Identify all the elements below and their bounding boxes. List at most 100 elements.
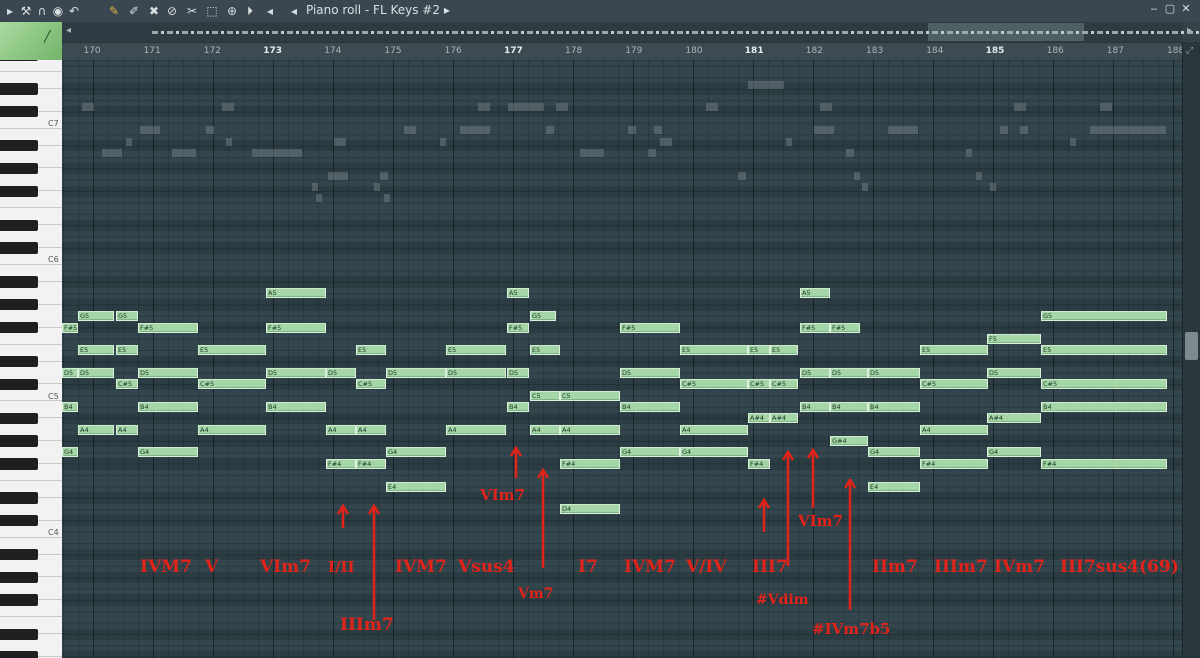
note-a4[interactable]: A4 xyxy=(116,424,138,435)
piano-black-key[interactable] xyxy=(0,185,38,197)
note-fsharp4[interactable]: F#4 xyxy=(920,458,988,469)
play-arrow-icon[interactable]: ▸ xyxy=(2,3,18,19)
piano-black-key[interactable] xyxy=(0,162,38,175)
note-a5[interactable]: A5 xyxy=(507,288,529,299)
note-e5[interactable]: E5 xyxy=(356,345,386,356)
note-d5[interactable]: D5 xyxy=(620,367,680,378)
note-b4[interactable]: B4 xyxy=(507,402,529,413)
note-csharp5[interactable]: C#5 xyxy=(920,379,988,390)
title-menu-arrow-icon[interactable]: ▸ xyxy=(444,3,450,17)
note-e5[interactable]: E5 xyxy=(770,345,798,356)
note-g4[interactable]: G4 xyxy=(868,447,920,458)
note-f5[interactable]: F5 xyxy=(987,333,1041,344)
note-b4[interactable]: B4 xyxy=(800,402,830,413)
speaker-icon[interactable]: ◂ xyxy=(262,3,278,19)
piano-black-key[interactable] xyxy=(0,628,38,640)
piano-black-key[interactable] xyxy=(0,321,38,334)
piano-black-key[interactable] xyxy=(0,651,38,658)
timeline-ruler[interactable]: 170 171 172 173 174 175 176 177 178 179 180 181 182 1… xyxy=(62,42,1184,62)
note-fsharp4[interactable]: F#4 xyxy=(748,458,770,469)
playback-icon[interactable]: ⏵ xyxy=(242,3,258,19)
note-d5[interactable]: D5 xyxy=(62,367,78,378)
note-d5[interactable]: D5 xyxy=(830,367,868,378)
note-a4[interactable]: A4 xyxy=(198,424,266,435)
note-d5[interactable]: D5 xyxy=(987,367,1041,378)
piano-black-key[interactable] xyxy=(0,276,38,288)
event-editor-toggle[interactable]: ╱ xyxy=(0,22,62,60)
note-a4[interactable]: A4 xyxy=(680,424,748,435)
piano-black-key[interactable] xyxy=(0,435,38,447)
note-asharp4[interactable]: A#4 xyxy=(987,413,1041,424)
note-a5[interactable]: A5 xyxy=(266,288,326,299)
select-icon[interactable]: ⬚ xyxy=(204,3,220,19)
note-e5[interactable]: E5 xyxy=(680,345,748,356)
note-c5[interactable]: C5 xyxy=(560,390,620,401)
note-e5[interactable]: E5 xyxy=(920,345,988,356)
note-b4[interactable]: B4 xyxy=(62,402,78,413)
piano-black-key[interactable] xyxy=(0,355,38,368)
note-g5[interactable]: G5 xyxy=(1041,311,1167,322)
note-b4[interactable]: B4 xyxy=(1041,402,1167,413)
note-a4[interactable]: A4 xyxy=(326,424,356,435)
note-fsharp4[interactable]: F#4 xyxy=(356,458,386,469)
note-d5[interactable]: D5 xyxy=(446,367,506,378)
undo-icon[interactable]: ↶ xyxy=(66,3,82,19)
note-e5[interactable]: E5 xyxy=(198,345,266,356)
note-asharp4[interactable]: A#4 xyxy=(770,413,798,424)
slice-icon[interactable]: ✂ xyxy=(184,3,200,19)
piano-black-key[interactable] xyxy=(0,83,38,95)
piano-black-key[interactable] xyxy=(0,299,38,311)
piano-black-key[interactable] xyxy=(0,242,38,254)
note-fsharp4[interactable]: F#4 xyxy=(326,458,356,469)
overview-scroll-right-icon[interactable]: ▸ xyxy=(1187,25,1192,36)
restore-icon[interactable]: ▢ xyxy=(1162,2,1178,15)
note-e5[interactable]: E5 xyxy=(116,345,138,356)
zoom-handle-icon[interactable]: ⤢ xyxy=(1186,46,1193,56)
note-fsharp5[interactable]: F#5 xyxy=(620,322,680,333)
note-g4[interactable]: G4 xyxy=(680,447,748,458)
note-fsharp5[interactable]: F#5 xyxy=(507,322,529,333)
note-a4[interactable]: A4 xyxy=(78,424,114,435)
note-e4[interactable]: E4 xyxy=(868,481,920,492)
note-fsharp5[interactable]: F#5 xyxy=(138,322,198,333)
title-left-arrow-icon[interactable]: ◂ xyxy=(286,3,302,19)
note-csharp5[interactable]: C#5 xyxy=(770,379,798,390)
note-e5[interactable]: E5 xyxy=(530,345,560,356)
note-gsharp4[interactable]: G#4 xyxy=(830,436,868,447)
note-fsharp5[interactable]: F#5 xyxy=(62,322,78,333)
close-icon[interactable]: ✕ xyxy=(1178,2,1194,15)
note-e5[interactable]: E5 xyxy=(446,345,506,356)
piano-white-key[interactable] xyxy=(0,60,62,72)
note-g4[interactable]: G4 xyxy=(138,447,198,458)
note-d5[interactable]: D5 xyxy=(507,367,529,378)
piano-black-key[interactable] xyxy=(0,594,38,606)
note-a4[interactable]: A4 xyxy=(356,424,386,435)
note-fsharp4[interactable]: F#4 xyxy=(1041,458,1167,469)
piano-black-key[interactable] xyxy=(0,458,38,470)
note-d5[interactable]: D5 xyxy=(386,367,446,378)
piano-black-key[interactable] xyxy=(0,140,38,152)
note-a4[interactable]: A4 xyxy=(446,424,506,435)
note-csharp5[interactable]: C#5 xyxy=(356,379,386,390)
piano-black-key[interactable] xyxy=(0,60,38,61)
note-csharp5[interactable]: C#5 xyxy=(198,379,266,390)
note-d5[interactable]: D5 xyxy=(138,367,198,378)
magnet-icon[interactable]: ∩ xyxy=(34,3,50,19)
piano-keyboard[interactable]: C7 C6 C5 C4 xyxy=(0,60,63,658)
note-a4[interactable]: A4 xyxy=(530,424,560,435)
note-g4[interactable]: G4 xyxy=(386,447,446,458)
note-g4[interactable]: G4 xyxy=(987,447,1041,458)
note-c5[interactable]: C5 xyxy=(530,390,560,401)
note-a4[interactable]: A4 xyxy=(920,424,988,435)
note-e4[interactable]: E4 xyxy=(386,481,446,492)
piano-black-key[interactable] xyxy=(0,412,38,425)
piano-black-key[interactable] xyxy=(0,378,38,390)
pencil-icon[interactable]: ✎ xyxy=(106,3,122,19)
note-fsharp4[interactable]: F#4 xyxy=(560,458,620,469)
vertical-scroll-thumb[interactable] xyxy=(1185,332,1198,360)
note-fsharp5[interactable]: F#5 xyxy=(266,322,326,333)
note-g5[interactable]: G5 xyxy=(530,311,556,322)
note-d5[interactable]: D5 xyxy=(266,367,326,378)
minimize-icon[interactable]: ‒ xyxy=(1146,2,1162,15)
note-fsharp5[interactable]: F#5 xyxy=(830,322,860,333)
